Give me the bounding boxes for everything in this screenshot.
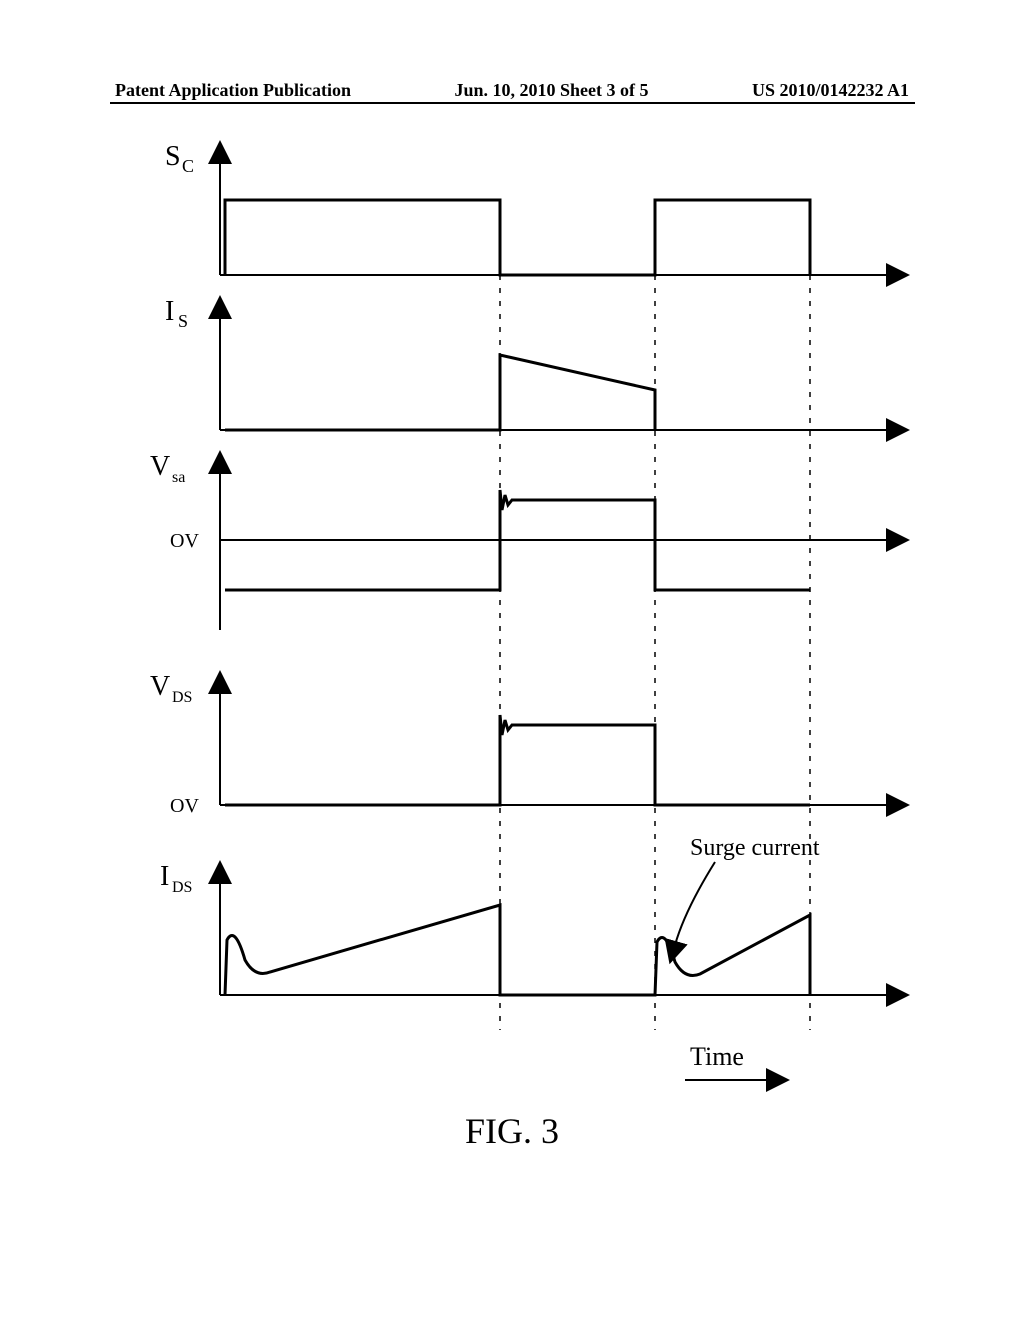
signal-vds: V DS OV (150, 671, 890, 817)
time-guides (500, 275, 810, 1030)
label-time: Time (690, 1042, 744, 1071)
label-sc-sub: C (182, 156, 194, 176)
label-ids: I (160, 861, 169, 892)
header-rule (110, 102, 915, 104)
label-is-sub: S (178, 311, 188, 331)
surge-pointer (675, 862, 715, 945)
label-ids-sub: DS (172, 879, 192, 896)
label-vsa-zero: OV (170, 530, 199, 552)
figure-label: FIG. 3 (0, 1110, 1024, 1152)
time-axis-label: Time (685, 1042, 770, 1080)
label-is: I (165, 296, 174, 327)
signal-ids: I DS Surge current (160, 835, 890, 995)
signal-sc: S C (165, 141, 890, 275)
label-sc: S (165, 141, 181, 172)
timing-diagram: S C I S V sa OV V DS OV I (110, 130, 915, 1130)
label-vds-sub: DS (172, 689, 192, 706)
patent-header: Patent Application Publication Jun. 10, … (0, 80, 1024, 101)
signal-is: I S (165, 296, 890, 430)
label-vds: V (150, 671, 170, 702)
header-left: Patent Application Publication (115, 80, 351, 101)
label-vsa: V (150, 451, 170, 482)
header-right: US 2010/0142232 A1 (752, 80, 909, 101)
header-center: Jun. 10, 2010 Sheet 3 of 5 (454, 80, 648, 101)
annotation-surge: Surge current (690, 835, 820, 861)
signal-vsa: V sa OV (150, 451, 890, 630)
label-vsa-sub: sa (172, 469, 185, 486)
timing-svg: S C I S V sa OV V DS OV I (110, 130, 915, 1110)
label-vds-zero: OV (170, 795, 199, 817)
